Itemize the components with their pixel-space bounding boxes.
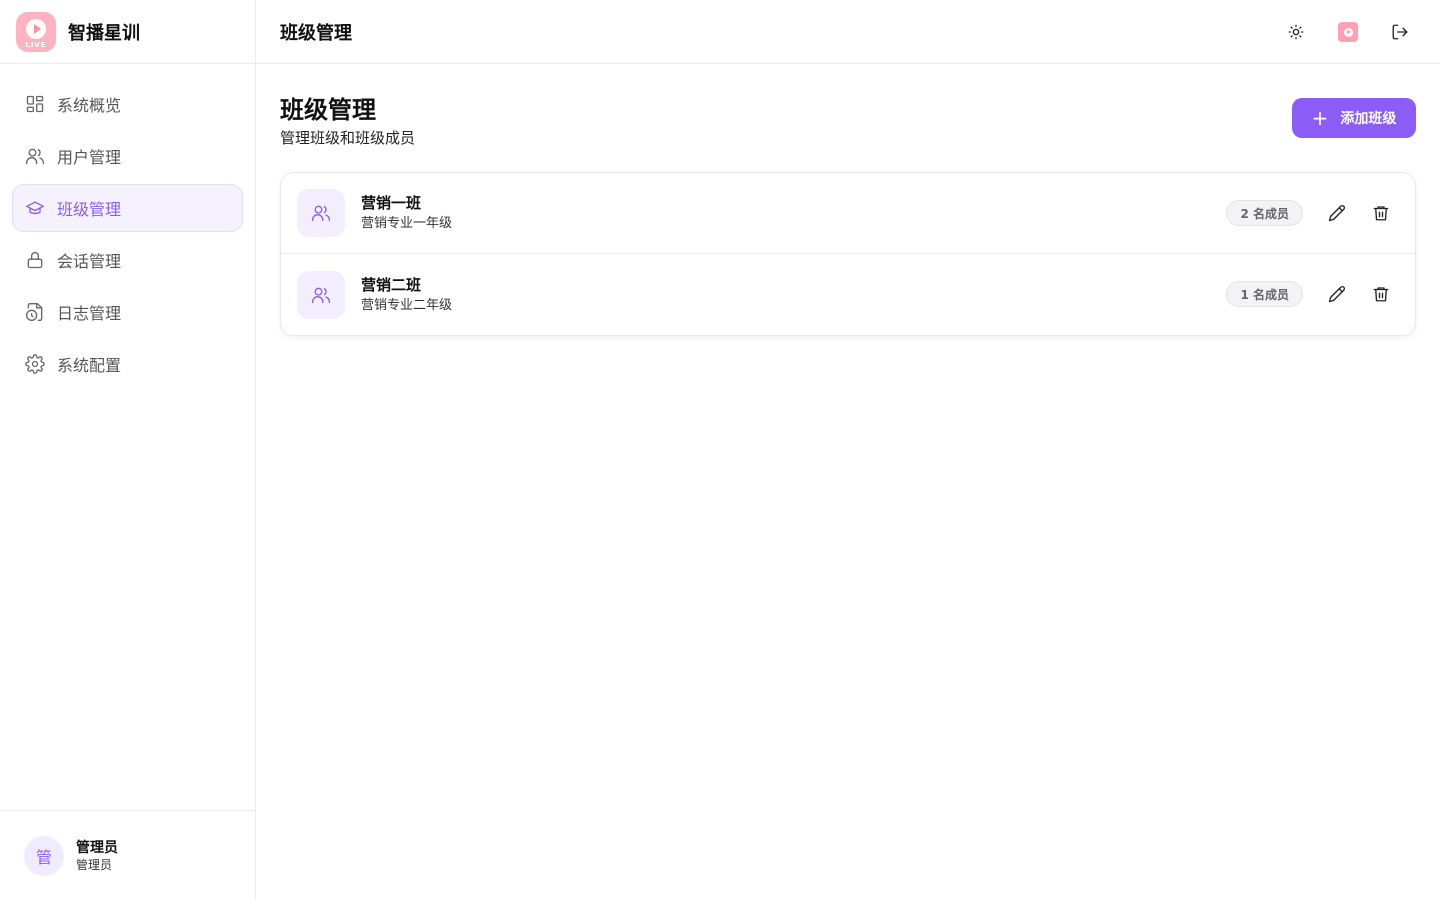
current-user[interactable]: 管 管理员 管理员 (0, 810, 255, 900)
main-content: 班级管理 管理班级和班级成员 + 添加班级 营销一班 营销专业一年级 2 名成员 (280, 64, 1416, 336)
page-title: 班级管理 (280, 96, 376, 124)
app-logo-icon (1338, 22, 1358, 42)
users-icon (26, 148, 44, 165)
page-subtitle: 管理班级和班级成员 (280, 129, 416, 147)
gear-icon (25, 354, 45, 374)
users-icon (312, 205, 330, 222)
brand-name: 智播星训 (68, 22, 140, 44)
sidebar-item-label: 系统配置 (57, 356, 122, 375)
logout-button[interactable] (1388, 20, 1412, 44)
class-info: 营销一班 营销专业一年级 (361, 192, 452, 234)
sidebar-item-label: 会话管理 (57, 252, 122, 271)
edit-class-button[interactable] (1325, 201, 1349, 225)
graduation-cap-icon (26, 201, 44, 215)
topbar: 班级管理 (256, 0, 1440, 64)
member-count-badge[interactable]: 1 名成员 (1226, 281, 1303, 307)
brand-header: LIVE 智播星训 (0, 0, 255, 64)
class-row[interactable]: 营销一班 营销专业一年级 2 名成员 (281, 173, 1415, 254)
trash-icon (1373, 206, 1389, 221)
sidebar-item-classes[interactable]: 班级管理 (12, 184, 243, 232)
logo-live-text: LIVE (25, 40, 47, 49)
users-icon (312, 287, 330, 303)
edit-class-button[interactable] (1325, 282, 1349, 306)
class-list: 营销一班 营销专业一年级 2 名成员 营销二班 营销专业二年级 1 名成员 (280, 172, 1416, 336)
plus-icon: + (1311, 106, 1329, 130)
theme-toggle-button[interactable] (1284, 20, 1308, 44)
sidebar-item-sessions[interactable]: 会话管理 (12, 236, 243, 284)
user-meta: 管理员 管理员 (76, 839, 118, 873)
sidebar-item-logs[interactable]: 日志管理 (12, 288, 243, 336)
avatar: 管 (24, 835, 64, 876)
user-name: 管理员 (76, 839, 118, 856)
pencil-icon (1328, 205, 1345, 222)
topbar-title: 班级管理 (280, 22, 352, 44)
trash-icon (1373, 287, 1389, 302)
class-name: 营销二班 (361, 275, 422, 294)
delete-class-button[interactable] (1369, 282, 1393, 306)
sidebar-item-label: 日志管理 (57, 304, 122, 323)
sun-icon (1288, 24, 1304, 40)
user-role: 管理员 (76, 857, 113, 872)
sidebar-item-settings[interactable]: 系统配置 (12, 340, 243, 388)
sidebar-item-label: 班级管理 (57, 200, 122, 219)
class-name: 营销一班 (361, 194, 422, 212)
topbar-actions (1284, 20, 1412, 44)
class-description: 营销专业二年级 (361, 297, 453, 313)
add-class-button[interactable]: + 添加班级 (1292, 98, 1416, 138)
member-count-badge[interactable]: 2 名成员 (1226, 200, 1303, 226)
dashboard-icon (26, 95, 44, 113)
page-header: 班级管理 管理班级和班级成员 + 添加班级 (280, 64, 1416, 172)
play-icon (26, 18, 46, 39)
pencil-icon (1328, 286, 1345, 303)
file-clock-icon (26, 303, 43, 321)
class-row[interactable]: 营销二班 营销专业二年级 1 名成员 (281, 254, 1415, 335)
class-actions: 2 名成员 (1226, 200, 1393, 226)
class-avatar (297, 270, 345, 319)
sidebar-nav: 系统概览 用户管理 班级管理 会话管理 日志管理 系统配置 (0, 64, 255, 408)
app-logo: LIVE (16, 11, 56, 52)
sidebar-item-label: 用户管理 (57, 148, 122, 167)
lock-icon (27, 251, 43, 269)
add-class-label: 添加班级 (1340, 111, 1397, 127)
app-switch-button[interactable] (1336, 20, 1360, 44)
class-info: 营销二班 营销专业二年级 (361, 274, 452, 316)
sidebar-item-overview[interactable]: 系统概览 (12, 80, 243, 128)
class-actions: 1 名成员 (1226, 281, 1393, 307)
logout-icon (1392, 24, 1408, 40)
sidebar: LIVE 智播星训 系统概览 用户管理 班级管理 会话管理 日志管理 系统配置 … (0, 0, 256, 900)
class-avatar (297, 189, 345, 237)
class-description: 营销专业一年级 (361, 216, 453, 231)
sidebar-item-users[interactable]: 用户管理 (12, 132, 243, 180)
sidebar-item-label: 系统概览 (57, 96, 122, 115)
delete-class-button[interactable] (1369, 201, 1393, 225)
